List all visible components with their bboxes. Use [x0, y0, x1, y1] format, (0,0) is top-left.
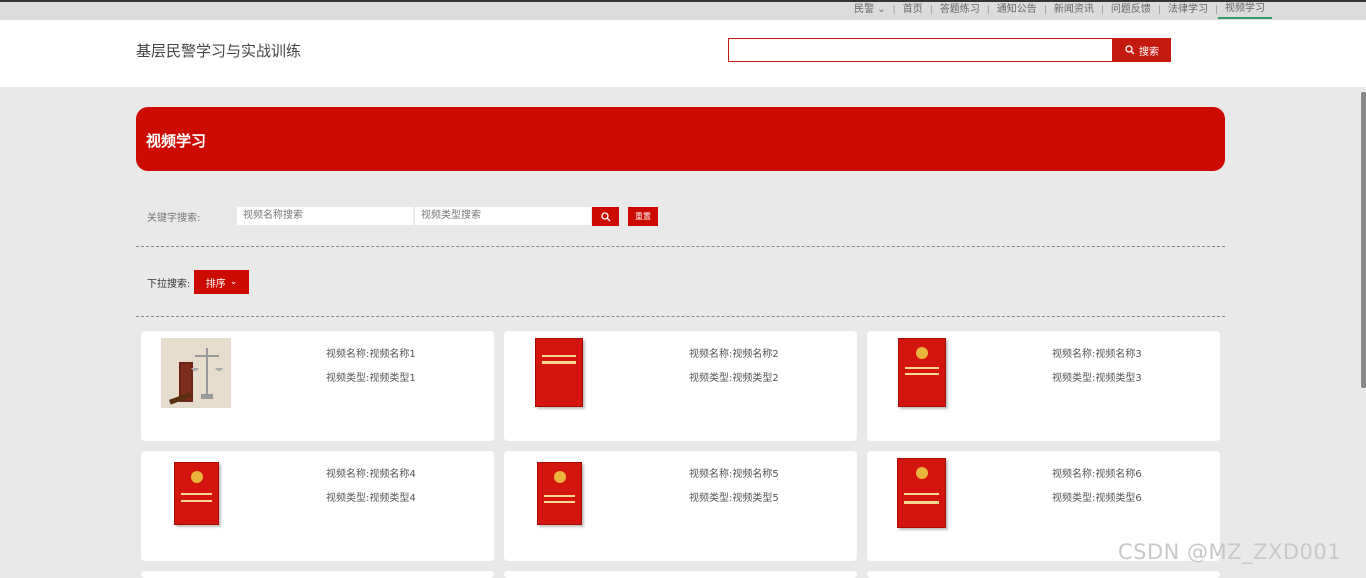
- video-name: 视频名称:视频名称3: [1052, 349, 1142, 360]
- video-type: 视频类型:视频类型4: [326, 493, 416, 504]
- video-type-search-input[interactable]: [415, 207, 591, 225]
- book-title-line: [544, 495, 575, 497]
- scales-gavel-image: [161, 338, 231, 408]
- filter-search-button[interactable]: [592, 207, 619, 226]
- search-icon: [600, 211, 610, 221]
- nav-item-home[interactable]: 首页: [896, 3, 930, 17]
- emblem-icon: [553, 471, 566, 483]
- sort-label: 排序: [205, 278, 226, 290]
- video-thumbnail: [161, 338, 231, 408]
- video-card[interactable]: 视频名称:视频名称3 视频类型:视频类型3: [867, 331, 1220, 441]
- video-type: 视频类型:视频类型6: [1052, 493, 1142, 504]
- site-header: 基层民警学习与实战训练 搜索: [0, 20, 1366, 87]
- book-title-line: [181, 500, 212, 502]
- video-card[interactable]: [504, 571, 857, 578]
- video-card[interactable]: [141, 571, 494, 578]
- watermark: CSDN @MZ_ZXD001: [1118, 540, 1342, 564]
- page-banner: 视频学习: [136, 107, 1225, 171]
- video-card[interactable]: 视频名称:视频名称4 视频类型:视频类型4: [141, 451, 494, 561]
- book-title-line: [542, 361, 576, 364]
- dropdown-search-label: 下拉搜索:: [147, 279, 191, 290]
- keyword-search-label: 关键字搜索:: [147, 213, 201, 224]
- video-card[interactable]: 视频名称:视频名称1 视频类型:视频类型1: [141, 331, 494, 441]
- chevron-down-icon: ⌄: [229, 277, 238, 287]
- divider: [136, 316, 1225, 317]
- nav-item-video[interactable]: 视频学习: [1218, 2, 1272, 19]
- nav-dropdown-label: 民警: [854, 4, 875, 15]
- emblem-icon: [915, 467, 928, 479]
- book-title-line: [904, 493, 939, 495]
- video-type: 视频类型:视频类型1: [326, 373, 416, 384]
- book-title-line: [542, 355, 576, 357]
- video-name: 视频名称:视频名称1: [326, 349, 416, 360]
- law-book-image: [537, 462, 582, 525]
- book-title-line: [544, 501, 575, 503]
- header-search-button[interactable]: 搜索: [1113, 38, 1171, 62]
- law-book-image: [898, 338, 946, 407]
- book-title-line: [904, 501, 939, 504]
- nav-item-law[interactable]: 法律学习: [1161, 3, 1215, 17]
- video-type: 视频类型:视频类型5: [689, 493, 779, 504]
- header-search-input[interactable]: [728, 38, 1113, 62]
- search-icon: [1125, 45, 1135, 55]
- nav-item-notices[interactable]: 通知公告: [990, 3, 1044, 17]
- video-card[interactable]: [867, 571, 1220, 578]
- law-book-image: [174, 462, 219, 525]
- video-name: 视频名称:视频名称5: [689, 469, 779, 480]
- sort-dropdown-button[interactable]: 排序 ⌄: [194, 270, 249, 294]
- video-card[interactable]: 视频名称:视频名称5 视频类型:视频类型5: [504, 451, 857, 561]
- law-book-image: [535, 338, 583, 407]
- search-button-label: 搜索: [1139, 46, 1159, 58]
- top-nav: 民警 ⌄ | 首页 | 答题练习 | 通知公告 | 新闻资讯 | 问题反馈 | …: [847, 2, 1272, 19]
- video-name: 视频名称:视频名称6: [1052, 469, 1142, 480]
- video-name: 视频名称:视频名称2: [689, 349, 779, 360]
- divider: [136, 246, 1225, 247]
- emblem-icon: [916, 347, 928, 359]
- nav-item-feedback[interactable]: 问题反馈: [1104, 3, 1158, 17]
- nav-item-quiz[interactable]: 答题练习: [933, 3, 987, 17]
- site-title: 基层民警学习与实战训练: [136, 42, 302, 60]
- nav-item-news[interactable]: 新闻资讯: [1047, 3, 1101, 17]
- chevron-down-icon: ⌄: [877, 4, 886, 15]
- video-type: 视频类型:视频类型3: [1052, 373, 1142, 384]
- video-name: 视频名称:视频名称4: [326, 469, 416, 480]
- law-book-image: [897, 458, 946, 528]
- nav-dropdown-police[interactable]: 民警 ⌄: [847, 3, 893, 17]
- vertical-scrollbar[interactable]: [1361, 92, 1366, 388]
- book-title-line: [181, 493, 212, 495]
- reset-button[interactable]: 重置: [628, 207, 658, 226]
- video-type: 视频类型:视频类型2: [689, 373, 779, 384]
- emblem-icon: [190, 471, 203, 483]
- book-title-line: [905, 367, 939, 369]
- book-title-line: [905, 373, 939, 375]
- page-title: 视频学习: [146, 132, 207, 150]
- video-name-search-input[interactable]: [237, 207, 413, 225]
- video-card[interactable]: 视频名称:视频名称2 视频类型:视频类型2: [504, 331, 857, 441]
